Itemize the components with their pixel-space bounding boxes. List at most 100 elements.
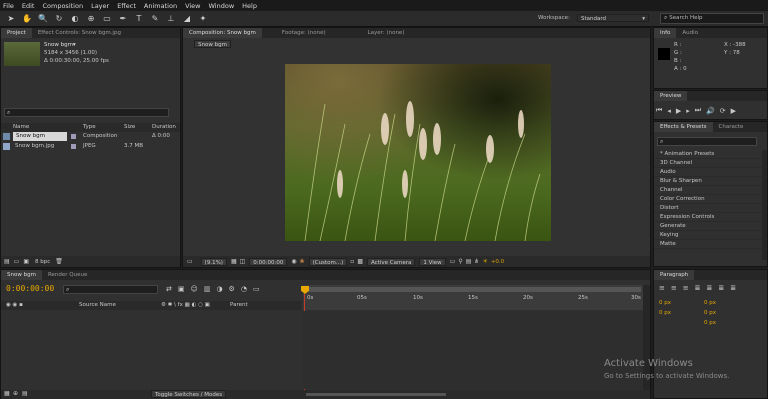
- tab-info[interactable]: Info: [654, 28, 677, 38]
- tab-project[interactable]: Project: [1, 28, 32, 38]
- first-line-indent-value[interactable]: 0 px: [704, 320, 716, 326]
- zoom-slider[interactable]: [306, 393, 446, 396]
- effects-scrollbar[interactable]: [762, 150, 767, 260]
- timeline-track-area[interactable]: [303, 311, 643, 389]
- menu-effect[interactable]: Effect: [117, 2, 136, 10]
- col-parent[interactable]: Parent: [230, 302, 248, 308]
- time-ruler[interactable]: 0s 05s 10s 15s 20s 25s 30s: [303, 285, 643, 310]
- brush-tool-icon[interactable]: ✎: [150, 14, 160, 24]
- tab-effect-controls[interactable]: Effect Controls: Snow bgm.jpg: [32, 28, 127, 38]
- new-comp-icon[interactable]: ▣: [23, 258, 29, 265]
- col-name[interactable]: Name: [13, 124, 29, 130]
- col-duration[interactable]: Duration: [152, 124, 176, 130]
- bpc-toggle[interactable]: 8 bpc: [35, 259, 50, 265]
- trash-icon[interactable]: 🗑: [55, 258, 63, 265]
- transfer-icon[interactable]: ⊕: [13, 390, 18, 397]
- col-type[interactable]: Type: [83, 124, 96, 130]
- menu-layer[interactable]: Layer: [91, 2, 109, 10]
- fast-preview-icon[interactable]: ⚲: [458, 258, 462, 265]
- menu-window[interactable]: Window: [209, 2, 235, 10]
- timeline-icon[interactable]: ▤: [466, 258, 472, 265]
- effects-search-input[interactable]: ⌕: [657, 137, 757, 146]
- composition-viewer[interactable]: [285, 64, 551, 241]
- align-right-icon[interactable]: ≡: [683, 284, 689, 292]
- tab-paragraph[interactable]: Paragraph: [654, 270, 695, 280]
- selection-tool-icon[interactable]: ➤: [6, 14, 16, 24]
- interpret-footage-icon[interactable]: ▤: [4, 258, 10, 265]
- stretch-icon[interactable]: ▤: [22, 390, 28, 397]
- workspace-dropdown[interactable]: Standard ▾: [577, 14, 649, 22]
- justify-right-icon[interactable]: ≣: [718, 284, 724, 292]
- mask-tool-icon[interactable]: ▭: [102, 14, 112, 24]
- tab-effects-presets[interactable]: Effects & Presets: [654, 122, 713, 132]
- tab-layer[interactable]: Layer: (none): [362, 28, 411, 38]
- resolution-dropdown[interactable]: (Custom...): [308, 257, 348, 266]
- frame-blending-icon[interactable]: ▥: [204, 285, 211, 293]
- comp-mini-flowchart-icon[interactable]: ⇄: [166, 285, 172, 293]
- transparency-grid-icon[interactable]: ▩: [357, 258, 363, 265]
- tab-snow-bgm[interactable]: Snow bgm: [1, 270, 42, 280]
- col-size[interactable]: Size: [124, 124, 135, 130]
- audio-icon[interactable]: 🔊: [706, 107, 715, 115]
- menu-edit[interactable]: Edit: [22, 2, 35, 10]
- space-before-value[interactable]: 0 px: [659, 310, 671, 316]
- space-after-value[interactable]: 0 px: [704, 310, 716, 316]
- play-icon[interactable]: ▶: [676, 107, 681, 115]
- magnification-dropdown[interactable]: (9.1%): [200, 257, 227, 266]
- snapshot-icon[interactable]: ◉: [291, 258, 296, 265]
- draft-3d-icon[interactable]: ▣: [178, 285, 185, 293]
- graph-editor-icon[interactable]: ◔: [241, 285, 247, 293]
- toggle-pixel-icon[interactable]: ▭: [450, 258, 456, 265]
- brainstorm-icon[interactable]: ⚙: [229, 285, 235, 293]
- col-source-name[interactable]: Source Name: [79, 302, 116, 308]
- list-item[interactable]: Distort: [654, 204, 762, 213]
- pan-behind-tool-icon[interactable]: ⊕: [86, 14, 96, 24]
- camera-tool-icon[interactable]: ◐: [70, 14, 80, 24]
- timeline-search-input[interactable]: ⌕: [63, 285, 158, 294]
- comp-subtab[interactable]: Snow bgm: [194, 40, 231, 48]
- exposure-value[interactable]: +0.0: [491, 259, 504, 265]
- tab-composition[interactable]: Composition: Snow bgm: [183, 28, 262, 38]
- zoom-tool-icon[interactable]: 🔍: [38, 14, 48, 24]
- motion-blur-icon[interactable]: ◑: [216, 285, 222, 293]
- rotate-tool-icon[interactable]: ↻: [54, 14, 64, 24]
- loop-icon[interactable]: ⟳: [720, 107, 726, 115]
- flowchart-icon[interactable]: ⋔: [474, 258, 479, 265]
- justify-all-icon[interactable]: ≣: [730, 284, 736, 292]
- list-item[interactable]: Channel: [654, 186, 762, 195]
- hand-tool-icon[interactable]: ✋: [22, 14, 32, 24]
- first-frame-icon[interactable]: ⏮: [656, 106, 662, 115]
- comp-name[interactable]: Snow bgm▾: [44, 42, 76, 48]
- tab-render-queue[interactable]: Render Queue: [42, 270, 93, 280]
- list-item[interactable]: 3D Channel: [654, 159, 762, 168]
- list-item[interactable]: Blur & Sharpen: [654, 177, 762, 186]
- tab-preview[interactable]: Preview: [654, 91, 688, 101]
- current-time-field[interactable]: 0:00:00:00: [249, 257, 288, 266]
- ram-preview-icon[interactable]: ▶: [731, 107, 736, 115]
- tab-footage[interactable]: Footage: (none): [276, 28, 332, 38]
- puppet-tool-icon[interactable]: ✦: [198, 14, 208, 24]
- list-item[interactable]: Matte: [654, 240, 762, 249]
- shy-icon[interactable]: ☺: [191, 285, 198, 293]
- menu-view[interactable]: View: [185, 2, 200, 10]
- new-folder-icon[interactable]: ▭: [14, 258, 20, 265]
- justify-left-icon[interactable]: ≣: [695, 284, 701, 292]
- view-layout-dropdown[interactable]: 1 View: [419, 257, 446, 266]
- menu-composition[interactable]: Composition: [42, 2, 83, 10]
- list-item[interactable]: Expression Controls: [654, 213, 762, 222]
- project-row[interactable]: Snow bgm Composition Δ 0:00: [1, 132, 180, 141]
- grid-icon[interactable]: ▦: [231, 258, 237, 265]
- list-item[interactable]: Audio: [654, 168, 762, 177]
- next-frame-icon[interactable]: ▸: [686, 107, 690, 115]
- work-area-bar[interactable]: [303, 287, 641, 292]
- camera-dropdown[interactable]: Active Camera: [366, 257, 416, 266]
- menu-animation[interactable]: Animation: [144, 2, 177, 10]
- layer-switch-icon[interactable]: ▦: [4, 390, 10, 397]
- always-preview-icon[interactable]: ▭: [187, 258, 193, 265]
- project-search-input[interactable]: ⌕: [4, 108, 169, 117]
- text-tool-icon[interactable]: T: [134, 14, 144, 24]
- justify-center-icon[interactable]: ≣: [707, 284, 713, 292]
- menu-help[interactable]: Help: [242, 2, 257, 10]
- align-left-icon[interactable]: ≡: [659, 284, 665, 292]
- toggle-switches-modes-button[interactable]: Toggle Switches / Modes: [151, 390, 227, 398]
